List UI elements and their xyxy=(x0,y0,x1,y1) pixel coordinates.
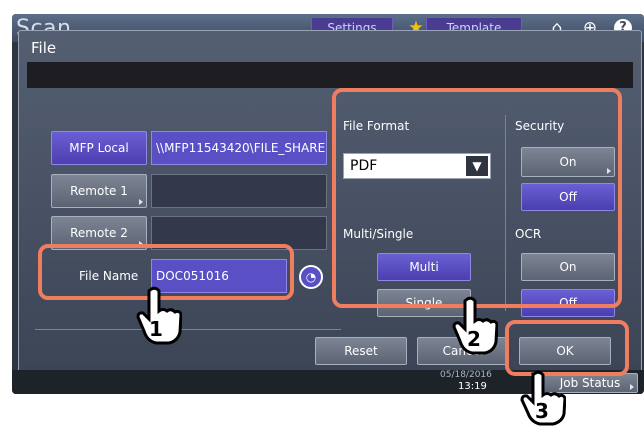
mfp-local-path-field: \\MFP11543420\FILE_SHARE xyxy=(151,131,327,165)
remote-1-button[interactable]: Remote 1 xyxy=(51,174,147,208)
arrow-right-icon xyxy=(630,384,634,390)
remote-2-label: Remote 2 xyxy=(70,226,128,240)
hand-pointer-icon: 1 xyxy=(136,286,183,345)
clock-icon[interactable]: ◔ xyxy=(299,265,323,289)
dialog-title: File xyxy=(31,39,57,57)
highlight-ok xyxy=(505,320,629,376)
status-time: 13:19 xyxy=(458,381,487,392)
remote-1-label: Remote 1 xyxy=(70,184,128,198)
mfp-local-button[interactable]: MFP Local xyxy=(51,131,147,165)
reset-button[interactable]: Reset xyxy=(315,337,407,365)
callout-1-number: 1 xyxy=(149,317,163,341)
callout-3: 3 xyxy=(520,370,567,432)
arrow-right-icon xyxy=(139,199,143,205)
hand-pointer-icon: 3 xyxy=(520,370,567,426)
job-status-label: Job Status xyxy=(559,376,621,390)
callout-1: 1 xyxy=(136,286,183,350)
callout-2-number: 2 xyxy=(467,327,481,351)
bottom-divider xyxy=(35,329,341,330)
remote-1-field xyxy=(151,174,327,208)
callout-3-number: 3 xyxy=(535,399,549,423)
status-date: 05/18/2016 xyxy=(440,370,492,380)
highlight-settings-panel xyxy=(332,88,622,308)
callout-2: 2 xyxy=(452,296,499,360)
hand-pointer-icon: 2 xyxy=(452,296,499,355)
message-strip xyxy=(27,62,633,88)
